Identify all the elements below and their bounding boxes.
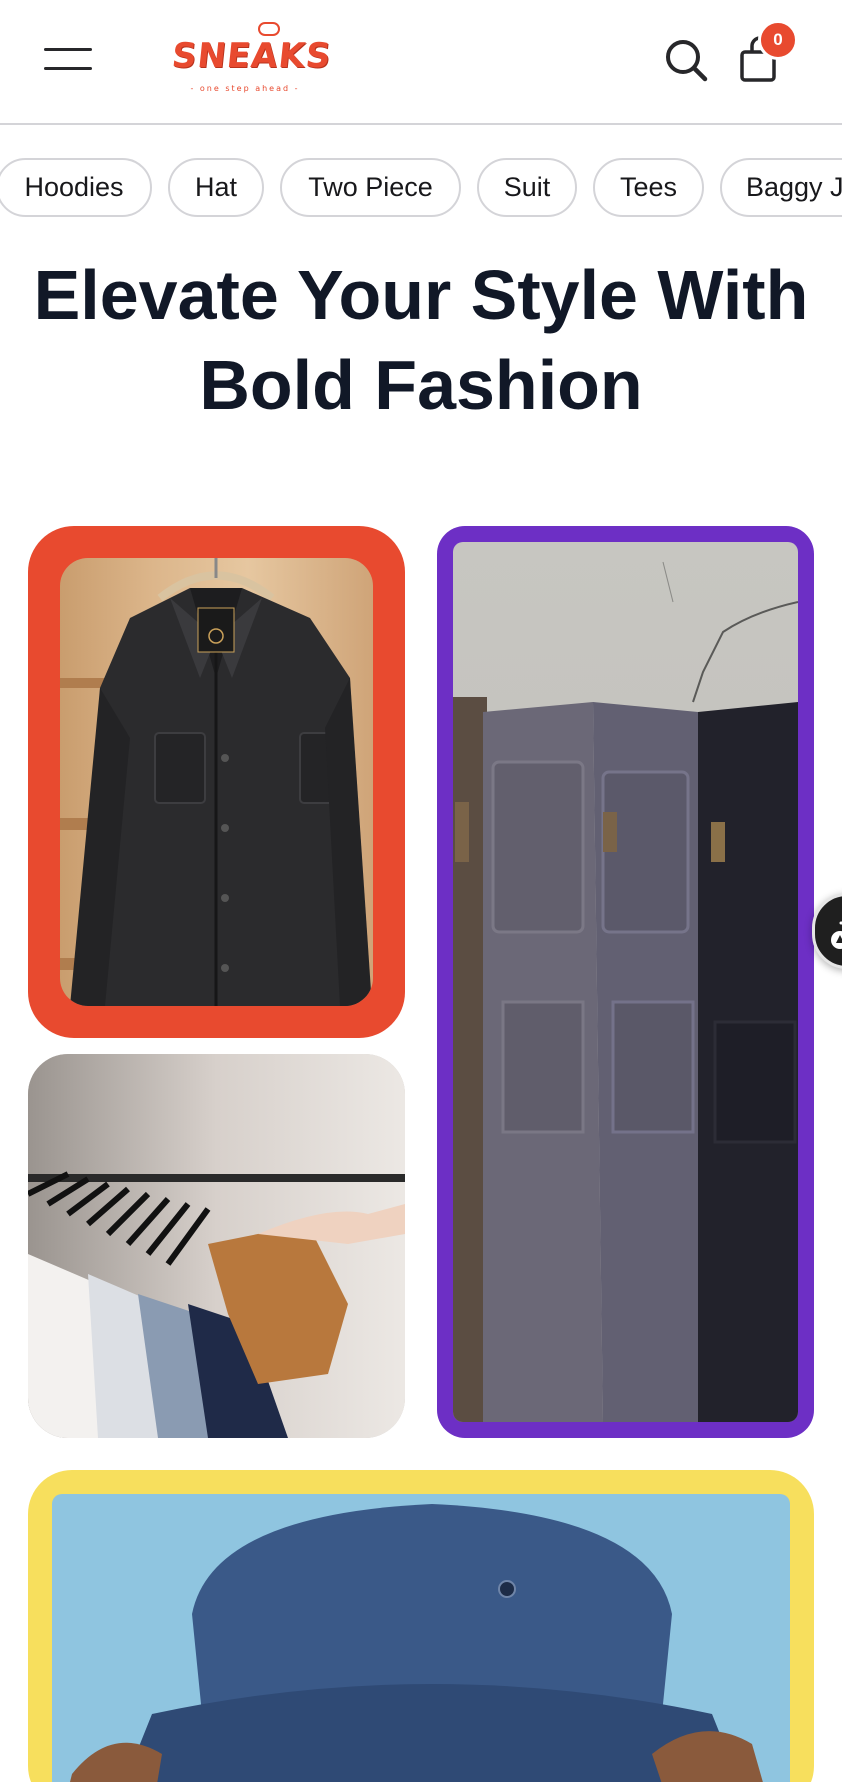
chip-hat[interactable]: Hat (168, 158, 264, 217)
logo-tagline: - one step ahead - (190, 84, 300, 93)
hero-headline: Elevate Your Style With Bold Fashion (20, 250, 822, 430)
logo-badge-shape (258, 22, 280, 36)
product-card-pants[interactable] (437, 526, 814, 1438)
pants-image (453, 542, 798, 1422)
jacket-image (60, 558, 373, 1006)
hat-image (52, 1494, 790, 1782)
chip-baggy-jeans[interactable]: Baggy J (720, 158, 842, 217)
chip-hoodies[interactable]: Hoodies (0, 158, 152, 217)
product-card-hat[interactable] (28, 1470, 814, 1782)
hero-headline-line2: Bold Fashion (199, 346, 643, 424)
chip-suit[interactable]: Suit (477, 158, 577, 217)
hero-headline-line1: Elevate Your Style With (33, 256, 809, 334)
category-chip-bar[interactable]: Hoodies Hat Two Piece Suit Tees Baggy J (0, 158, 842, 218)
hamburger-menu-icon[interactable] (44, 47, 92, 71)
logo-wordmark: SNEAKS (169, 36, 334, 76)
chip-tees[interactable]: Tees (593, 158, 704, 217)
product-card-rack[interactable] (28, 1054, 405, 1438)
cart-count-badge: 0 (758, 20, 798, 60)
filter-sort-icon[interactable] (812, 893, 842, 969)
search-icon[interactable] (664, 38, 708, 82)
brand-logo[interactable]: SNEAKS - one step ahead - (170, 22, 333, 100)
product-card-jacket[interactable] (28, 526, 405, 1038)
site-header: SNEAKS - one step ahead - 0 (0, 0, 842, 125)
chip-two-piece[interactable]: Two Piece (280, 158, 461, 217)
